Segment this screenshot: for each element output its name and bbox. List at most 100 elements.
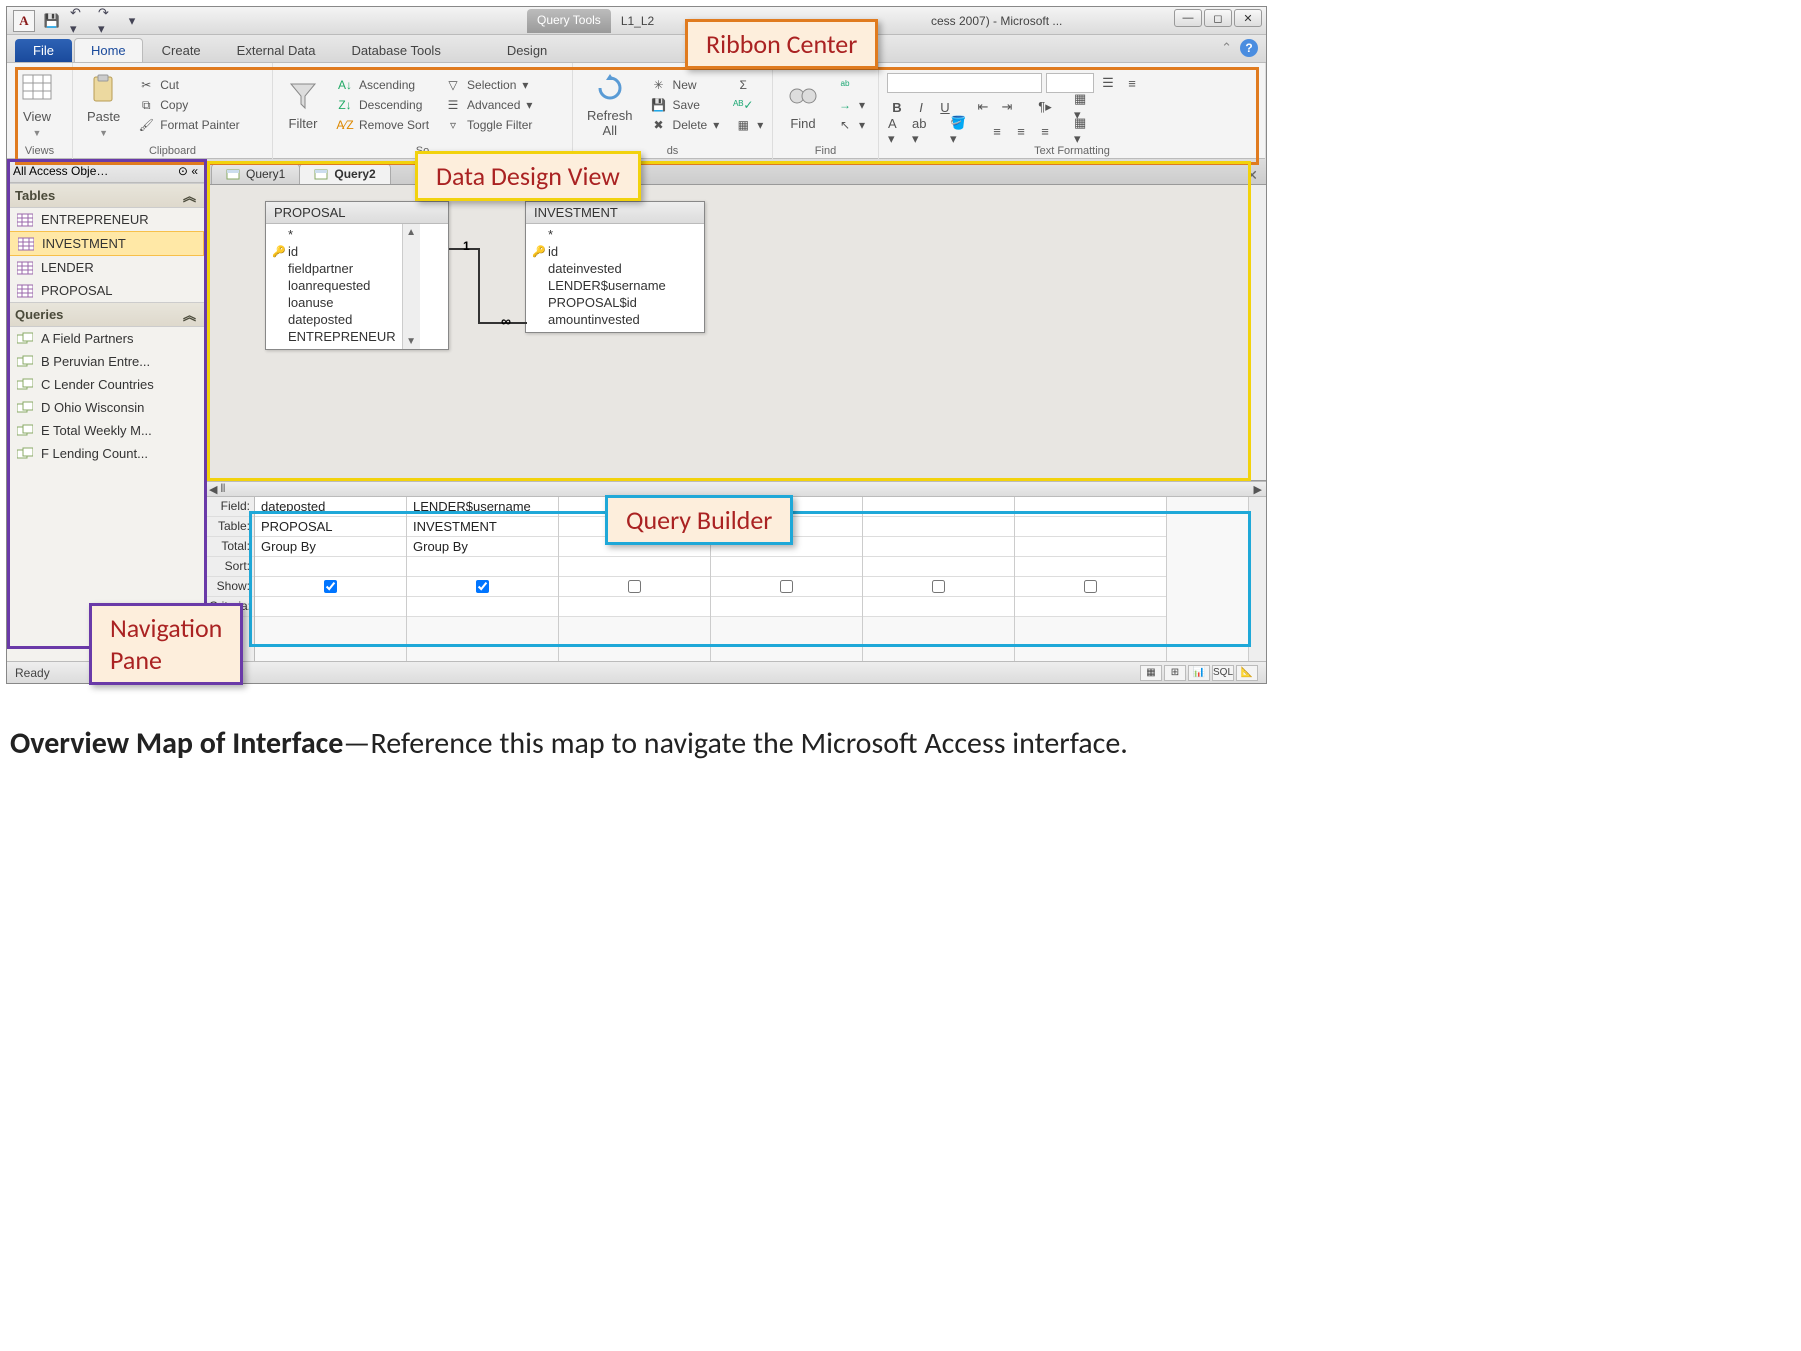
nav-table-item[interactable]: LENDER xyxy=(7,256,204,279)
qg-criteria-cell[interactable] xyxy=(863,597,1014,617)
qg-cell[interactable] xyxy=(863,497,1014,517)
ascending-button[interactable]: A↓Ascending xyxy=(333,76,433,94)
qg-cell[interactable] xyxy=(863,557,1014,577)
totals-button[interactable]: Σ xyxy=(731,76,767,94)
qg-column[interactable] xyxy=(863,497,1015,661)
qg-show-checkbox[interactable] xyxy=(863,577,1014,597)
qat-customize-icon[interactable]: ▾ xyxy=(125,10,139,32)
qg-cell[interactable] xyxy=(863,537,1014,557)
design-view-button[interactable]: 📐 xyxy=(1236,665,1258,681)
qg-cell[interactable]: Group By xyxy=(255,537,406,557)
bullets-icon[interactable]: ☰ xyxy=(1098,73,1118,93)
qg-show-checkbox[interactable] xyxy=(407,577,558,597)
tab-external-data[interactable]: External Data xyxy=(220,38,333,62)
fill-color-icon[interactable]: 🪣 ▾ xyxy=(949,121,969,141)
field-row[interactable]: amountinvested xyxy=(532,311,666,328)
scroll-right-icon[interactable]: ▶ xyxy=(1254,483,1262,496)
nav-query-item[interactable]: B Peruvian Entre... xyxy=(7,350,204,373)
nav-table-item[interactable]: ENTREPRENEUR xyxy=(7,208,204,231)
doc-tab-query1[interactable]: Query1 xyxy=(211,163,300,184)
qg-cell[interactable] xyxy=(1015,537,1166,557)
field-row[interactable]: loanuse xyxy=(272,294,396,311)
goto-button[interactable]: → ▾ xyxy=(833,96,869,114)
collapse-ribbon-icon[interactable]: ⌃ xyxy=(1221,40,1232,56)
new-button[interactable]: ✳New xyxy=(647,76,724,94)
qg-cell[interactable]: dateposted xyxy=(255,497,406,517)
sql-view-button[interactable]: SQL xyxy=(1212,665,1234,681)
selection-button[interactable]: ▽Selection ▾ xyxy=(441,76,536,94)
numbering-icon[interactable]: ≡ xyxy=(1122,73,1142,93)
gridlines-icon[interactable]: ▦ ▾ xyxy=(1073,97,1093,117)
qg-show-checkbox[interactable] xyxy=(711,577,862,597)
close-tab-button[interactable]: ✕ xyxy=(1238,167,1266,184)
find-button[interactable]: Find xyxy=(781,76,825,135)
field-row[interactable]: fieldpartner xyxy=(272,260,396,277)
restore-button[interactable]: ◻ xyxy=(1204,9,1232,27)
ltr-icon[interactable]: ¶▸ xyxy=(1035,97,1055,117)
qg-criteria-cell[interactable] xyxy=(407,597,558,617)
app-badge[interactable]: A xyxy=(13,10,35,32)
qg-cell[interactable]: LENDER$username xyxy=(407,497,558,517)
save-button[interactable]: 💾Save xyxy=(647,96,724,114)
vertical-scrollbar[interactable] xyxy=(1248,185,1266,480)
qg-criteria-cell[interactable] xyxy=(559,597,710,617)
redo-icon[interactable]: ↷ ▾ xyxy=(97,10,119,32)
field-row[interactable]: loanrequested xyxy=(272,277,396,294)
qg-cell[interactable] xyxy=(711,557,862,577)
qg-criteria-cell[interactable] xyxy=(1015,597,1166,617)
copy-button[interactable]: ⧉Copy xyxy=(134,96,243,114)
tab-design[interactable]: Design xyxy=(490,38,564,62)
alt-fill-icon[interactable]: ▦ ▾ xyxy=(1073,121,1093,141)
tab-database-tools[interactable]: Database Tools xyxy=(334,38,457,62)
align-center-icon[interactable]: ≡ xyxy=(1011,121,1031,141)
file-tab[interactable]: File xyxy=(15,39,72,62)
qg-criteria-cell[interactable] xyxy=(711,597,862,617)
qg-cell[interactable] xyxy=(559,557,710,577)
qg-criteria-cell[interactable] xyxy=(255,597,406,617)
field-row[interactable]: * xyxy=(272,226,396,243)
bold-button[interactable]: B xyxy=(887,97,907,117)
qg-column[interactable]: datepostedPROPOSALGroup By xyxy=(255,497,407,661)
doc-tab-query2[interactable]: Query2 xyxy=(299,163,390,184)
nav-dropdown-icon[interactable]: ⊙ xyxy=(178,164,188,178)
highlight-icon[interactable]: ab ▾ xyxy=(911,121,931,141)
qg-cell[interactable] xyxy=(407,557,558,577)
field-row[interactable]: dateposted xyxy=(272,311,396,328)
delete-button[interactable]: ✖Delete ▾ xyxy=(647,116,724,134)
font-family-select[interactable] xyxy=(887,73,1042,93)
font-color-icon[interactable]: A ▾ xyxy=(887,121,907,141)
nav-query-item[interactable]: C Lender Countries xyxy=(7,373,204,396)
nav-pane-header[interactable]: All Access Obje… ⊙ « xyxy=(7,159,204,183)
field-row[interactable]: ENTREPRENEUR xyxy=(272,328,396,345)
qg-column[interactable]: LENDER$usernameINVESTMENTGroup By xyxy=(407,497,559,661)
refresh-all-button[interactable]: Refresh All xyxy=(581,68,639,142)
field-row[interactable]: PROPOSAL$id xyxy=(532,294,666,311)
replace-button[interactable]: ᵃᵇ xyxy=(833,76,869,94)
field-row[interactable]: dateinvested xyxy=(532,260,666,277)
select-button[interactable]: ↖ ▾ xyxy=(833,116,869,134)
field-row[interactable]: LENDER$username xyxy=(532,277,666,294)
nav-query-item[interactable]: F Lending Count... xyxy=(7,442,204,465)
align-left-icon[interactable]: ≡ xyxy=(987,121,1007,141)
font-size-select[interactable] xyxy=(1046,73,1094,93)
nav-table-item[interactable]: PROPOSAL xyxy=(7,279,204,302)
field-row[interactable]: 🔑id xyxy=(272,243,396,260)
field-row[interactable]: 🔑id xyxy=(532,243,666,260)
qg-cell[interactable]: INVESTMENT xyxy=(407,517,558,537)
advanced-button[interactable]: ☰Advanced ▾ xyxy=(441,96,536,114)
remove-sort-button[interactable]: A⁄ZRemove Sort xyxy=(333,116,433,134)
format-painter-button[interactable]: 🖌Format Painter xyxy=(134,116,243,134)
context-tab-query-tools[interactable]: Query Tools xyxy=(527,9,611,33)
align-right-icon[interactable]: ≡ xyxy=(1035,121,1055,141)
qg-show-checkbox[interactable] xyxy=(255,577,406,597)
qg-cell[interactable]: PROPOSAL xyxy=(255,517,406,537)
spelling-button[interactable]: ᴬᴮ✓ xyxy=(731,96,767,114)
table-box-investment[interactable]: INVESTMENT *🔑iddateinvestedLENDER$userna… xyxy=(525,201,705,333)
nav-query-item[interactable]: A Field Partners xyxy=(7,327,204,350)
save-icon[interactable]: 💾 xyxy=(41,10,63,32)
tab-create[interactable]: Create xyxy=(145,38,218,62)
descending-button[interactable]: Z↓Descending xyxy=(333,96,433,114)
qg-cell[interactable] xyxy=(1015,557,1166,577)
nav-query-item[interactable]: D Ohio Wisconsin xyxy=(7,396,204,419)
filter-button[interactable]: Filter xyxy=(281,76,325,135)
